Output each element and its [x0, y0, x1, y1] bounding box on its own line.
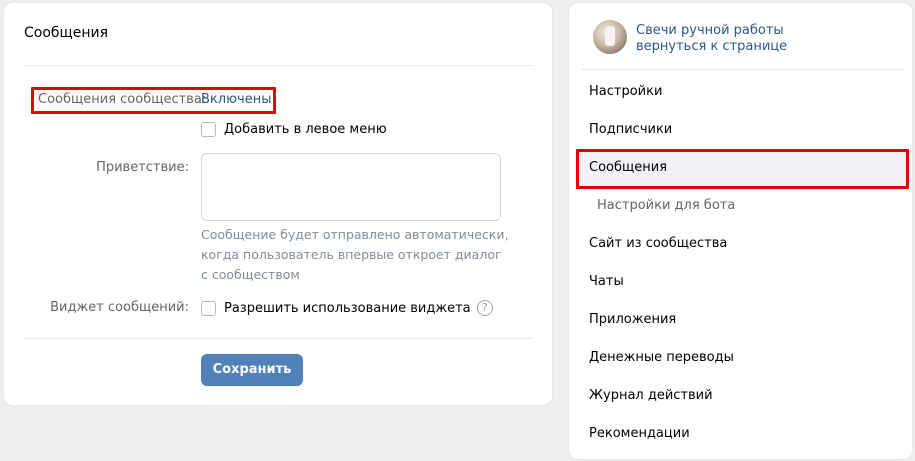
community-sidebar: Свечи ручной работы вернуться к странице… [568, 2, 913, 460]
sidebar-item-chats[interactable]: Чаты [577, 263, 907, 301]
community-messages-label: Сообщения сообщества: [38, 92, 207, 107]
sidebar-item-community-site[interactable]: Сайт из сообщества [577, 225, 907, 263]
widget-checkbox[interactable] [201, 300, 216, 316]
add-left-menu-option[interactable]: Добавить в левое меню [201, 122, 387, 137]
divider [24, 65, 532, 66]
widget-checkbox-label: Разрешить использование виджета [224, 300, 471, 316]
page-title: Сообщения [24, 25, 109, 41]
greeting-label: Приветствие: [96, 160, 189, 175]
greeting-hint-line: с сообществом [201, 267, 300, 282]
greeting-textarea[interactable] [201, 153, 501, 221]
avatar[interactable] [593, 20, 627, 54]
sidebar-item-recommendations[interactable]: Рекомендации [577, 415, 907, 453]
highlight-box-messages [576, 149, 909, 189]
divider [24, 338, 532, 339]
help-icon[interactable]: ? [476, 300, 493, 316]
widget-label: Виджет сообщений: [50, 300, 189, 315]
save-button[interactable]: Сохранить [201, 354, 303, 386]
group-name-link[interactable]: Свечи ручной работы [636, 23, 784, 38]
add-left-menu-label: Добавить в левое меню [224, 122, 387, 137]
sidebar-item-settings[interactable]: Настройки [577, 73, 907, 111]
add-left-menu-checkbox[interactable] [201, 122, 216, 137]
widget-option[interactable]: Разрешить использование виджета ? [201, 300, 493, 316]
sidebar-item-apps[interactable]: Приложения [577, 301, 907, 339]
greeting-hint-line: когда пользователь впервые откроет диало… [201, 247, 502, 262]
messages-settings-panel: Сообщения Сообщения сообщества: Включены… [3, 2, 553, 406]
sidebar-item-action-log[interactable]: Журнал действий [577, 377, 907, 415]
greeting-hint-line: Сообщение будет отправлено автоматически… [201, 227, 509, 242]
divider [581, 69, 904, 70]
community-messages-status-link[interactable]: Включены [201, 92, 271, 107]
greeting-hint: Сообщение будет отправлено автоматически… [201, 225, 509, 285]
sidebar-item-subscribers[interactable]: Подписчики [577, 111, 907, 149]
sidebar-item-bot-settings[interactable]: Настройки для бота [577, 187, 907, 225]
back-to-page-link[interactable]: вернуться к странице [636, 39, 787, 54]
sidebar-item-money-transfers[interactable]: Денежные переводы [577, 339, 907, 377]
